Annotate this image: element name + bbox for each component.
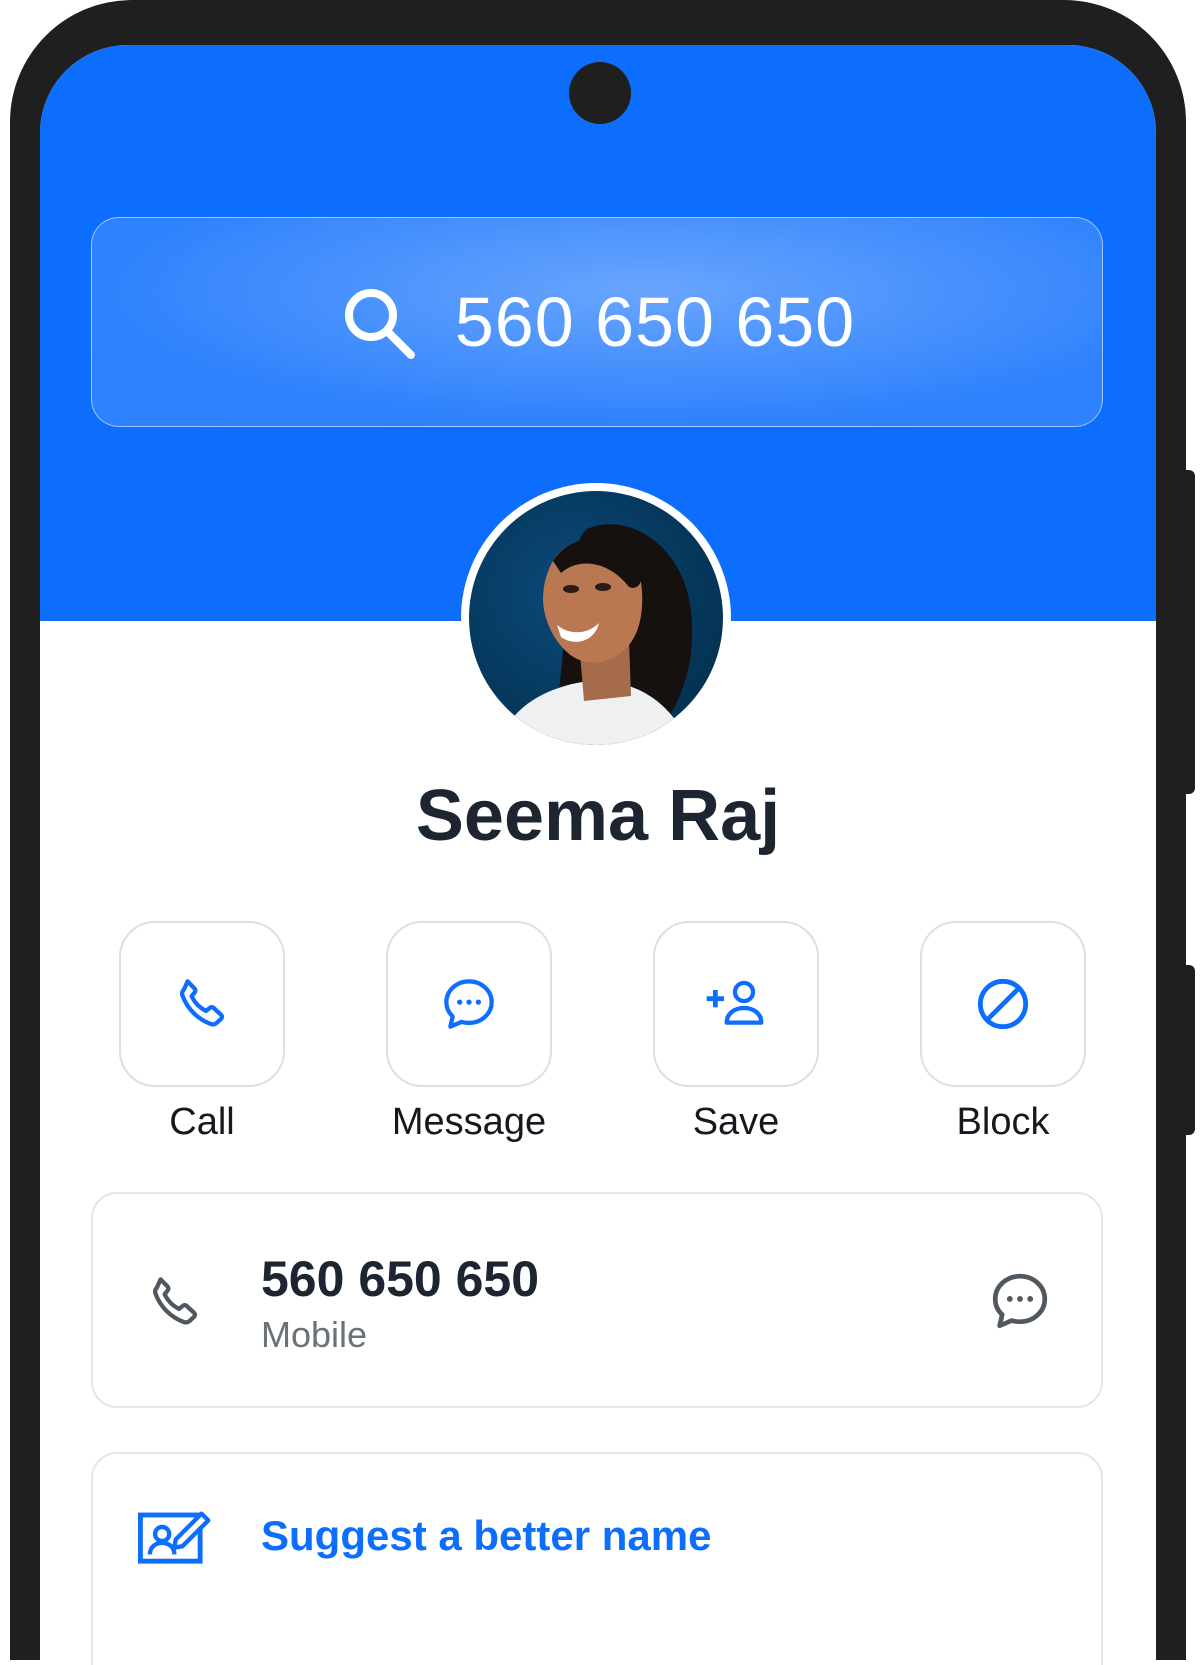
volume-button [1183, 470, 1195, 794]
quick-actions: Call Message Save Block [102, 921, 1102, 1151]
chat-bubble-icon [444, 979, 494, 1029]
chat-bubble-icon[interactable] [985, 1266, 1055, 1336]
power-button [1183, 965, 1195, 1135]
suggest-name-link[interactable]: Suggest a better name [261, 1512, 711, 1560]
save-button[interactable]: Save [636, 921, 836, 1144]
portrait-photo [469, 491, 723, 745]
phone-icon [180, 979, 225, 1027]
block-button[interactable]: Block [903, 921, 1103, 1144]
call-button[interactable]: Call [102, 921, 302, 1144]
edit-name-icon [137, 1511, 211, 1564]
phone-icon [153, 1277, 198, 1325]
block-tile[interactable] [920, 921, 1086, 1087]
search-bar[interactable]: 560 650 650 [91, 217, 1103, 427]
message-tile[interactable] [386, 921, 552, 1087]
call-label: Call [169, 1101, 235, 1143]
call-tile[interactable] [119, 921, 285, 1087]
block-icon [977, 978, 1029, 1030]
search-icon [344, 289, 415, 359]
add-person-icon [706, 980, 764, 1025]
block-label: Block [956, 1101, 1050, 1143]
phone-number[interactable]: 560 650 650 [261, 1250, 539, 1308]
front-camera [569, 62, 631, 124]
contact-name: Seema Raj [415, 776, 781, 856]
phone-type: Mobile [261, 1314, 368, 1355]
search-query[interactable]: 560 650 650 [455, 282, 855, 362]
save-label: Save [692, 1101, 780, 1143]
message-button[interactable]: Message [369, 921, 569, 1144]
phone-number-card[interactable]: 560 650 650 Mobile [91, 1192, 1103, 1408]
message-label: Message [391, 1101, 547, 1143]
suggest-name-card[interactable]: Suggest a better name [91, 1452, 1103, 1665]
phone-screen: 560 650 650 Seema Raj Call Message Save … [40, 45, 1156, 1665]
save-tile[interactable] [653, 921, 819, 1087]
avatar [463, 485, 729, 751]
